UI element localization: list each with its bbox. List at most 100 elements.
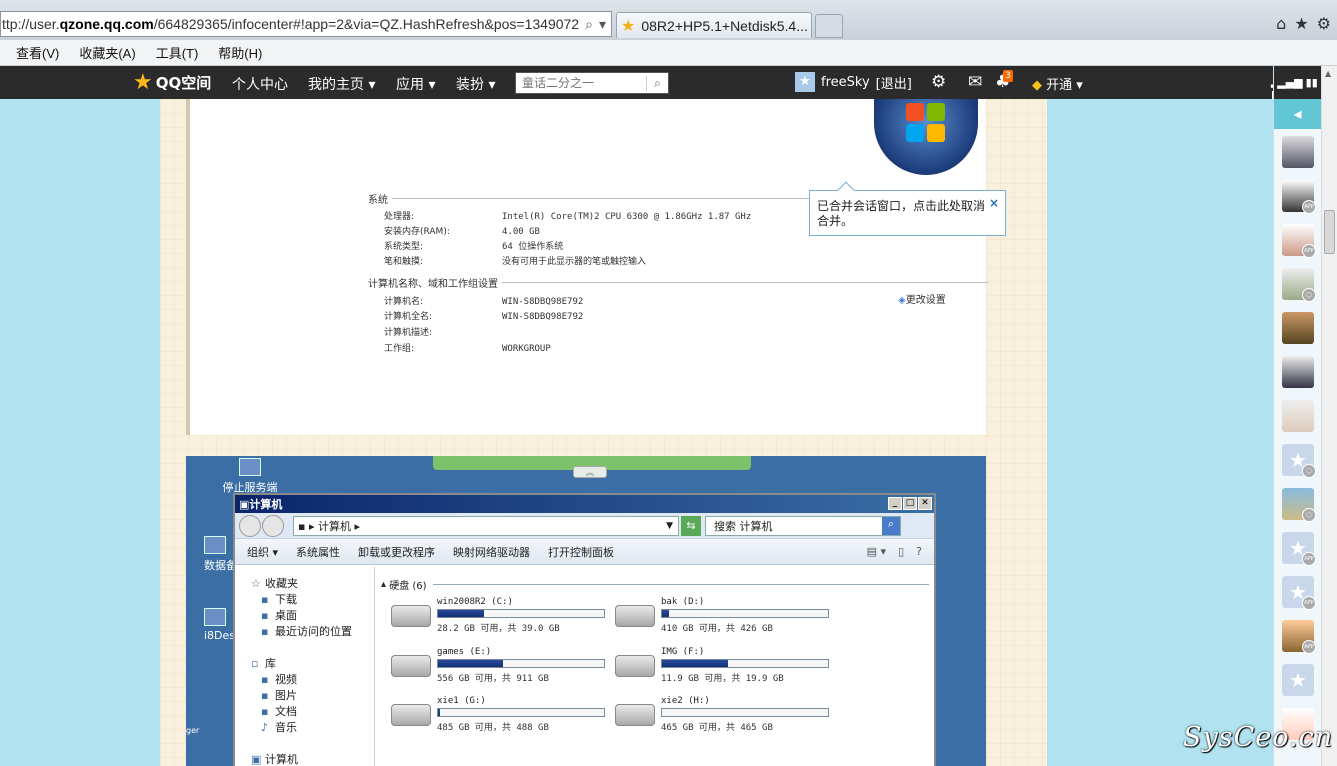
- forward-button[interactable]: [262, 514, 284, 537]
- mail-icon[interactable]: ✉: [968, 72, 982, 92]
- avatar[interactable]: APP: [1282, 180, 1316, 214]
- layout-icon[interactable]: ▮▮: [1306, 76, 1318, 89]
- close-icon[interactable]: ×: [989, 196, 999, 211]
- drive-item[interactable]: xie1 (G:) 485 GB 可用，共 488 GB: [391, 694, 611, 738]
- back-button[interactable]: [239, 514, 261, 537]
- chevron-down-icon[interactable]: ▼: [666, 521, 673, 531]
- avatar[interactable]: APP: [1282, 620, 1316, 654]
- refresh-button[interactable]: ⇆: [681, 515, 701, 536]
- gear-icon[interactable]: ⚙: [931, 72, 946, 92]
- nav-item[interactable]: ▣ 计算机: [251, 751, 298, 766]
- back-icon[interactable]: ◂: [1274, 99, 1321, 129]
- nav-item[interactable]: ▪ 最近访问的位置: [261, 623, 352, 639]
- menu-tools[interactable]: 工具(T): [156, 43, 199, 62]
- search-icon[interactable]: ⌕: [646, 75, 668, 91]
- chevron-down-icon[interactable]: ▾: [599, 16, 606, 33]
- maximize-button[interactable]: □: [903, 497, 917, 510]
- desktop-icon: ▪: [261, 609, 269, 622]
- scroll-thumb[interactable]: [1324, 210, 1335, 254]
- nav-item[interactable]: ☆ 收藏夹: [251, 575, 298, 591]
- avatar[interactable]: ★: [795, 72, 815, 92]
- drive-size: 28.2 GB 可用，共 39.0 GB: [437, 624, 560, 634]
- default-avatar-icon[interactable]: ★ ◯: [1282, 444, 1316, 478]
- menu-help[interactable]: 帮助(H): [218, 43, 262, 62]
- drive-usage-bar: [661, 609, 829, 618]
- default-avatar-icon[interactable]: ★ APP: [1282, 532, 1316, 566]
- nav-personal-center[interactable]: 个人中心: [232, 74, 288, 94]
- tab-active[interactable]: ★ 08R2+HP5.1+Netdisk5.4...: [616, 12, 812, 38]
- logout-link[interactable]: [退出]: [876, 73, 912, 92]
- search-icon[interactable]: ⌕: [882, 516, 900, 535]
- app-badge-icon: APP: [1302, 552, 1316, 566]
- info-label: 计算机描述:: [384, 328, 433, 338]
- nav-item[interactable]: ▪ 桌面: [261, 607, 297, 623]
- avatar[interactable]: APP: [1282, 224, 1316, 258]
- organize-button[interactable]: 组织 ▾: [247, 544, 278, 560]
- menu-view[interactable]: 查看(V): [16, 43, 59, 62]
- user-name[interactable]: freeSky: [821, 75, 870, 90]
- merge-tooltip[interactable]: 已合并会话窗口，点击此处取消合并。 ×: [809, 181, 1006, 236]
- window-title: 计算机: [249, 498, 283, 511]
- default-avatar-icon[interactable]: ★ APP: [1282, 576, 1316, 610]
- drive-item[interactable]: games (E:) 556 GB 可用，共 911 GB: [391, 645, 611, 689]
- drive-item[interactable]: xie2 (H:) 465 GB 可用，共 465 GB: [615, 694, 835, 738]
- help-icon[interactable]: ?: [916, 545, 922, 558]
- shortcut-icon: [239, 458, 261, 476]
- home-icon[interactable]: ⌂: [1276, 14, 1286, 33]
- drive-usage-bar: [661, 708, 829, 717]
- avatar[interactable]: [1282, 312, 1314, 344]
- avatar[interactable]: [1282, 356, 1314, 388]
- view-icon[interactable]: ▤ ▾: [867, 545, 886, 558]
- favorites-star-icon[interactable]: ★: [1294, 14, 1308, 33]
- address-bar[interactable]: ttp://user. qzone.qq.com/664829365/infoce…: [0, 11, 612, 37]
- drive-name: win2008R2 (C:): [437, 597, 513, 607]
- nav-item[interactable]: ▪ 文档: [261, 703, 297, 719]
- map-drive-button[interactable]: 映射网络驱动器: [453, 544, 530, 560]
- explorer-search[interactable]: 搜索 计算机 ⌕: [705, 515, 901, 536]
- scroll-up-icon[interactable]: ▲: [1325, 69, 1331, 78]
- new-tab-button[interactable]: [815, 14, 843, 38]
- group-header[interactable]: ▴ 硬盘 (6): [381, 577, 929, 592]
- open-vip-button[interactable]: ◆ 开通 ▾: [1032, 74, 1083, 93]
- drive-item[interactable]: bak (D:) 410 GB 可用，共 426 GB: [615, 595, 835, 639]
- avatar[interactable]: ◯: [1282, 488, 1316, 522]
- avatar[interactable]: [1282, 136, 1314, 168]
- menu-favorites[interactable]: 收藏夹(A): [79, 43, 135, 62]
- change-settings-link[interactable]: ◈更改设置: [898, 291, 946, 306]
- breadcrumb[interactable]: ▪ ▸ 计算机 ▸ ▼: [293, 515, 679, 536]
- avatar[interactable]: ◯: [1282, 268, 1316, 302]
- nav-apps[interactable]: 应用 ▾: [396, 74, 435, 94]
- search-icon[interactable]: ⌕: [585, 16, 593, 33]
- close-button[interactable]: ✕: [918, 497, 932, 510]
- drive-icon: [615, 704, 655, 726]
- gear-icon[interactable]: ⚙: [1317, 14, 1331, 33]
- drive-item[interactable]: IMG (F:) 11.9 GB 可用，共 19.9 GB: [615, 645, 835, 689]
- nav-item[interactable]: ▪ 图片: [261, 687, 297, 703]
- nav-my-home[interactable]: 我的主页 ▾: [308, 74, 375, 94]
- system-properties-button[interactable]: 系统属性: [296, 544, 340, 560]
- explorer-window: ▣ 计算机 _ □ ✕ ▪ ▸ 计算机 ▸ ▼ ⇆ 搜索 计算机 ⌕ 组织 ▾ 系统属性…: [233, 493, 936, 766]
- contact-sidebar: ▂▄▆ ▮▮ ◂ APP APP ◯ ★ ◯ ◯ ★ APP ★ APP APP ★: [1273, 66, 1321, 766]
- nav-item[interactable]: ▫ 库: [251, 655, 276, 671]
- preview-pane-icon[interactable]: ▯: [898, 545, 904, 558]
- nav-item[interactable]: ▪ 下载: [261, 591, 297, 607]
- avatar[interactable]: [1282, 400, 1314, 432]
- control-panel-button[interactable]: 打开控制面板: [548, 544, 614, 560]
- qzone-logo[interactable]: ★ QQ空间: [133, 70, 211, 95]
- browser-chrome: ttp://user. qzone.qq.com/664829365/infoce…: [0, 0, 1337, 40]
- uninstall-button[interactable]: 卸载或更改程序: [358, 544, 435, 560]
- app-badge-icon: APP: [1302, 596, 1316, 610]
- nav-item[interactable]: ♪ 音乐: [261, 719, 297, 735]
- nav-decorate[interactable]: 装扮 ▾: [456, 74, 495, 94]
- search-input[interactable]: [516, 73, 646, 93]
- chat-badge-icon: ◯: [1302, 464, 1316, 478]
- url-rest: /664829365/infocenter#!app=2&via=QZ.Hash…: [153, 16, 580, 32]
- section-system-title: 系统: [368, 195, 388, 206]
- nav-item[interactable]: ▪ 视频: [261, 671, 297, 687]
- nav-label: 文档: [275, 705, 297, 718]
- drive-item[interactable]: win2008R2 (C:) 28.2 GB 可用，共 39.0 GB: [391, 595, 611, 639]
- page-scrollbar[interactable]: ▲: [1321, 66, 1337, 766]
- default-avatar-icon[interactable]: ★: [1282, 664, 1314, 696]
- signal-icon[interactable]: ▂▄▆: [1277, 76, 1302, 89]
- minimize-button[interactable]: _: [888, 497, 902, 510]
